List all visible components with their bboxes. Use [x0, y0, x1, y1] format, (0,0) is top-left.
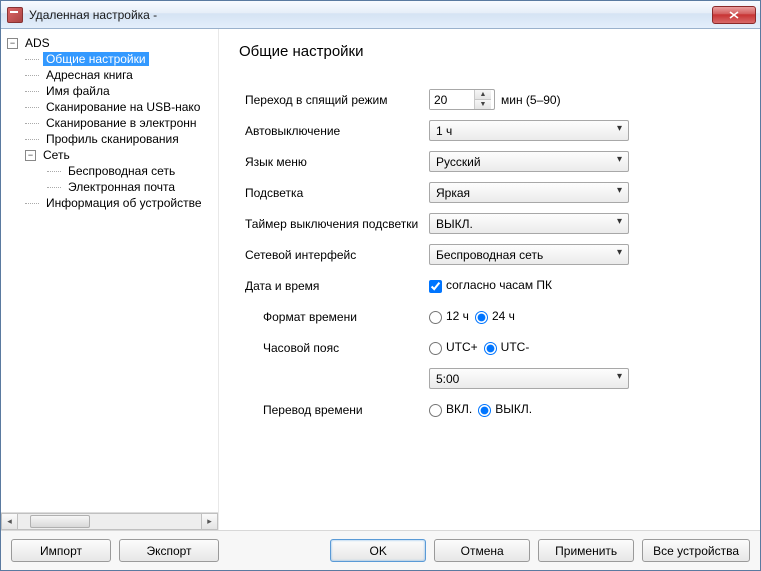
sleep-input[interactable] — [430, 90, 474, 109]
timefmt-24-label: 24 ч — [492, 309, 515, 323]
pc-clock-label: согласно часам ПК — [446, 278, 552, 292]
lang-label: Язык меню — [239, 155, 429, 169]
tz-minus-radio-wrap[interactable]: UTC- — [484, 340, 530, 354]
tree-connector — [47, 171, 61, 172]
tree-item-label: Электронная почта — [65, 180, 178, 194]
tree-connector — [25, 91, 39, 92]
tree-info-label: Информация об устройстве — [43, 196, 205, 210]
dst-on-radio[interactable] — [429, 404, 442, 417]
dst-off-radio[interactable] — [478, 404, 491, 417]
spinner-up-icon[interactable]: ▲ — [475, 90, 491, 100]
tz-minus-radio[interactable] — [484, 342, 497, 355]
tree-item-label: Имя файла — [43, 84, 113, 98]
tree-item[interactable]: Профиль сканирования — [5, 131, 218, 147]
ok-button[interactable]: OK — [330, 539, 426, 562]
sleep-suffix: мин (5–90) — [501, 93, 561, 107]
tz-offset-select[interactable]: 5:00 — [429, 368, 629, 389]
sidebar: − ADS Общие настройки Адресная книга Имя ф… — [1, 29, 219, 530]
tree-item[interactable]: Сканирование в электронн — [5, 115, 218, 131]
tree-item-label: Профиль сканирования — [43, 132, 182, 146]
tree-item-label: Общие настройки — [43, 52, 149, 66]
netif-select[interactable]: Беспроводная сеть — [429, 244, 629, 265]
tree-root-ads[interactable]: − ADS — [5, 35, 218, 51]
backlight-label: Подсветка — [239, 186, 429, 200]
tree-item[interactable]: Сканирование на USB-нако — [5, 99, 218, 115]
tree-connector — [25, 123, 39, 124]
sleep-label: Переход в спящий режим — [239, 93, 429, 107]
dst-label: Перевод времени — [239, 403, 429, 417]
dimtimer-select[interactable]: ВЫКЛ. — [429, 213, 629, 234]
tree-item-label: Адресная книга — [43, 68, 136, 82]
dimtimer-label: Таймер выключения подсветки — [239, 217, 429, 231]
datetime-label: Дата и время — [239, 279, 429, 293]
page-title: Общие настройки — [239, 43, 740, 60]
timefmt-label: Формат времени — [239, 310, 429, 324]
tree-connector — [25, 203, 39, 204]
titlebar: Удаленная настройка - — [1, 1, 760, 29]
timefmt-24-radio-wrap[interactable]: 24 ч — [475, 309, 515, 323]
tree-item[interactable]: Электронная почта — [5, 179, 218, 195]
timefmt-12-radio[interactable] — [429, 311, 442, 324]
dst-off-label: ВЫКЛ. — [495, 402, 532, 416]
content-area: − ADS Общие настройки Адресная книга Имя ф… — [1, 29, 760, 530]
sidebar-hscrollbar[interactable]: ◂ ▸ — [1, 512, 218, 530]
dst-on-radio-wrap[interactable]: ВКЛ. — [429, 402, 472, 416]
window-title: Удаленная настройка - — [29, 8, 712, 22]
spinner-arrows[interactable]: ▲▼ — [474, 90, 491, 109]
tree-item[interactable]: Беспроводная сеть — [5, 163, 218, 179]
import-button[interactable]: Импорт — [11, 539, 111, 562]
spinner-down-icon[interactable]: ▼ — [475, 100, 491, 109]
tree-connector — [25, 139, 39, 140]
sleep-spinner[interactable]: ▲▼ — [429, 89, 495, 110]
autooff-select[interactable]: 1 ч — [429, 120, 629, 141]
pc-clock-checkbox-wrap[interactable]: согласно часам ПК — [429, 278, 552, 292]
tz-minus-label: UTC- — [501, 340, 530, 354]
dst-off-radio-wrap[interactable]: ВЫКЛ. — [478, 402, 532, 416]
tz-label: Часовой пояс — [239, 341, 429, 355]
tree-connector — [25, 75, 39, 76]
tree-network-label: Сеть — [40, 148, 73, 162]
scroll-thumb[interactable] — [30, 515, 90, 528]
collapse-icon[interactable]: − — [25, 150, 36, 161]
tree-connector — [25, 107, 39, 108]
backlight-select[interactable]: Яркая — [429, 182, 629, 203]
all-devices-button[interactable]: Все устройства — [642, 539, 750, 562]
tree-item-label: Сканирование на USB-нако — [43, 100, 203, 114]
close-button[interactable] — [712, 6, 756, 24]
export-button[interactable]: Экспорт — [119, 539, 219, 562]
lang-select[interactable]: Русский — [429, 151, 629, 172]
scroll-track[interactable] — [18, 513, 201, 530]
tree-item[interactable]: Адресная книга — [5, 67, 218, 83]
timefmt-12-radio-wrap[interactable]: 12 ч — [429, 309, 469, 323]
tree-item[interactable]: Общие настройки — [5, 51, 218, 67]
scroll-right-icon[interactable]: ▸ — [201, 513, 218, 530]
main-panel: Общие настройки Переход в спящий режим ▲… — [219, 29, 760, 530]
tree-connector — [25, 59, 39, 60]
tree-item[interactable]: Имя файла — [5, 83, 218, 99]
tz-plus-label: UTC+ — [446, 340, 478, 354]
dst-on-label: ВКЛ. — [446, 402, 472, 416]
tree-connector — [47, 187, 61, 188]
tree-item-info[interactable]: Информация об устройстве — [5, 195, 218, 211]
timefmt-24-radio[interactable] — [475, 311, 488, 324]
timefmt-12-label: 12 ч — [446, 309, 469, 323]
app-icon — [7, 7, 23, 23]
nav-tree: − ADS Общие настройки Адресная книга Имя ф… — [1, 33, 218, 512]
netif-label: Сетевой интерфейс — [239, 248, 429, 262]
footer: Импорт Экспорт OK Отмена Применить Все у… — [1, 530, 760, 570]
tz-plus-radio-wrap[interactable]: UTC+ — [429, 340, 478, 354]
autooff-label: Автовыключение — [239, 124, 429, 138]
tree-root-label: ADS — [22, 36, 53, 50]
tree-item-label: Сканирование в электронн — [43, 116, 200, 130]
pc-clock-checkbox[interactable] — [429, 280, 442, 293]
tree-item-label: Беспроводная сеть — [65, 164, 178, 178]
cancel-button[interactable]: Отмена — [434, 539, 530, 562]
tree-node-network[interactable]: − Сеть — [5, 147, 218, 163]
collapse-icon[interactable]: − — [7, 38, 18, 49]
scroll-left-icon[interactable]: ◂ — [1, 513, 18, 530]
apply-button[interactable]: Применить — [538, 539, 634, 562]
tz-plus-radio[interactable] — [429, 342, 442, 355]
